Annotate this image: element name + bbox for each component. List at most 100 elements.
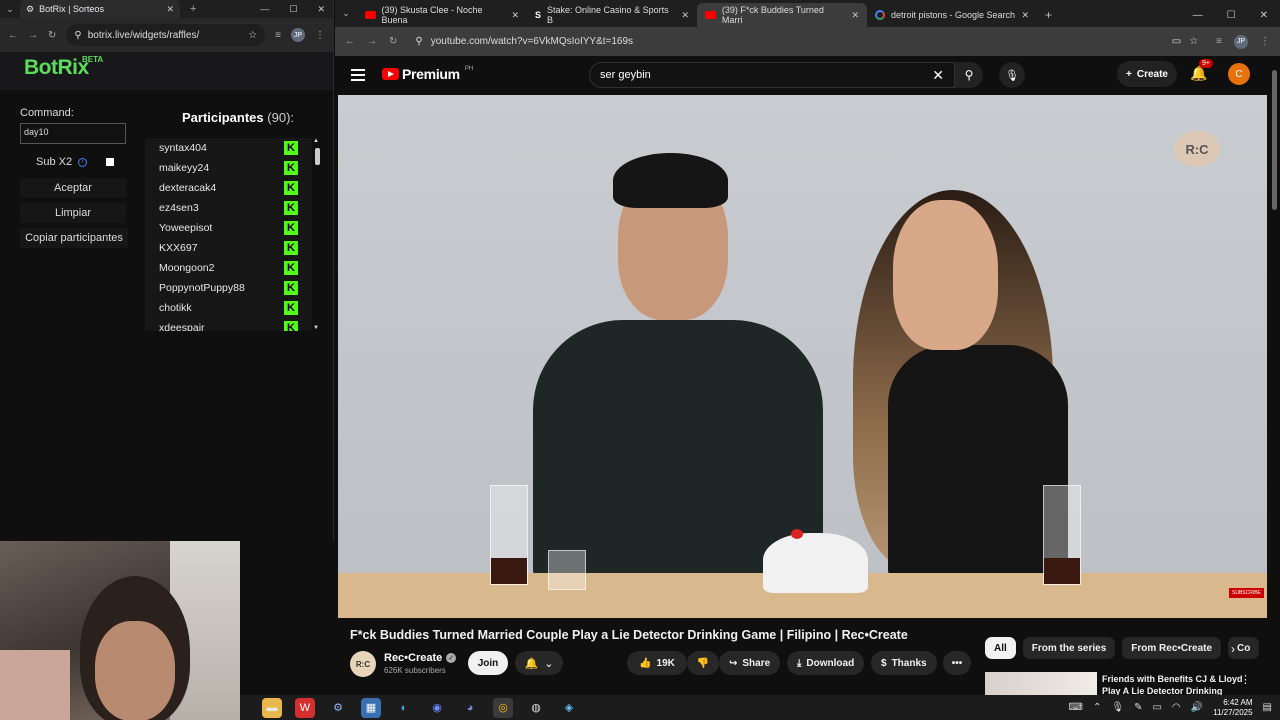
chrome-icon[interactable]: ◎ — [493, 697, 513, 718]
bookmark-star-icon[interactable]: ☆ — [1189, 36, 1198, 47]
account-avatar[interactable]: C — [1228, 63, 1250, 85]
chip-all[interactable]: All — [985, 637, 1016, 659]
participants-list[interactable]: syntax404 K maikeyy24 K dexteracak4 K ez4se… — [145, 138, 312, 331]
new-tab-button[interactable]: + — [1045, 3, 1052, 27]
clear-button[interactable]: Limpiar — [20, 203, 126, 223]
browser-icon[interactable]: ◉ — [427, 698, 447, 718]
clear-search-icon[interactable]: ✕ — [932, 67, 944, 84]
close-window-icon[interactable]: ✕ — [1260, 10, 1268, 21]
profile-avatar[interactable]: JP — [1234, 34, 1248, 49]
edge-icon[interactable]: ◐ — [394, 698, 414, 718]
download-button[interactable]: ⤓ Download — [787, 651, 865, 675]
copy-participants-button[interactable]: Copiar participantes — [20, 228, 128, 248]
reload-icon[interactable]: ↻ — [48, 30, 56, 41]
participants-scrollbar[interactable]: ▲ ▼ — [313, 138, 321, 331]
tab-skusta[interactable]: (39) Skusta Clee - Noche Buena ✕ — [357, 3, 527, 27]
thanks-button[interactable]: $ Thanks — [871, 651, 937, 675]
chip-from-channel[interactable]: From Rec•Create — [1122, 637, 1222, 659]
chevron-right-icon[interactable]: › — [1231, 642, 1235, 656]
chip-from-series[interactable]: From the series — [1022, 637, 1116, 659]
scroll-down-icon[interactable]: ▼ — [313, 325, 319, 331]
page-scrollbar[interactable] — [1270, 60, 1278, 695]
notification-center-icon[interactable]: ▤ — [1263, 702, 1272, 713]
file-explorer-icon[interactable]: ▬ — [262, 697, 282, 718]
create-button[interactable]: + Create — [1117, 61, 1177, 87]
tab-google[interactable]: detroit pistons - Google Search ✕ — [867, 3, 1037, 27]
like-button[interactable]: 👍 19K — [627, 651, 687, 675]
sub-x2-checkbox[interactable] — [106, 158, 114, 166]
maximize-icon[interactable]: ☐ — [1227, 10, 1236, 21]
more-actions-button[interactable]: ••• — [943, 651, 971, 675]
close-tab-icon[interactable]: ✕ — [511, 10, 519, 21]
tab-search-icon[interactable]: ⌄ — [335, 0, 357, 27]
video-player[interactable]: R:C SUBSCRIBE — [338, 95, 1267, 618]
minimize-icon[interactable]: — — [260, 4, 269, 15]
wps-office-icon[interactable]: W — [295, 697, 315, 718]
close-tab-icon[interactable]: ✕ — [851, 10, 859, 21]
participant-name: maikeyy24 — [159, 162, 210, 174]
youtube-premium-logo[interactable]: Premium PH — [382, 66, 473, 82]
forward-icon[interactable]: → — [367, 36, 377, 47]
tab-youtube-active[interactable]: (39) F*ck Buddies Turned Marri ✕ — [697, 3, 867, 27]
url-field[interactable]: ⚲ youtube.com/watch?v=6VkMQsIoIYY&t=169s… — [409, 31, 1204, 53]
pen-icon[interactable]: ✎ — [1134, 702, 1142, 713]
calculator-icon[interactable]: ▦ — [361, 697, 381, 718]
forward-icon[interactable]: → — [28, 30, 38, 41]
channel-watermark[interactable]: R:C — [1174, 131, 1220, 167]
menu-icon[interactable]: ⋮ — [1260, 36, 1270, 47]
microphone-icon[interactable]: 🎙 — [1111, 702, 1124, 713]
close-tab-icon[interactable]: ✕ — [681, 10, 689, 21]
back-icon[interactable]: ← — [8, 30, 18, 41]
subscribe-watermark[interactable]: SUBSCRIBE — [1229, 588, 1264, 598]
profile-avatar[interactable]: JP — [291, 28, 305, 42]
voice-search-button[interactable]: 🎙 — [999, 62, 1025, 88]
bookmark-star-icon[interactable]: ☆ — [248, 30, 257, 41]
dislike-button[interactable]: 👎 — [687, 651, 719, 675]
info-icon[interactable]: i — [78, 157, 88, 167]
site-info-icon[interactable]: ⚲ — [74, 30, 81, 41]
keyboard-icon[interactable]: ⌨ — [1069, 702, 1083, 713]
steam-icon[interactable]: ◈ — [559, 698, 579, 718]
recommended-more-icon[interactable]: ⋮ — [1240, 673, 1251, 686]
clock[interactable]: 6:42 AM 11/27/2025 — [1213, 698, 1252, 718]
tab-botrix[interactable]: ⚙ BotRix | Sorteos ✕ — [20, 0, 180, 18]
site-info-icon[interactable]: ⚲ — [415, 36, 422, 47]
wifi-icon[interactable]: ◠ — [1172, 702, 1181, 713]
url-field[interactable]: ⚲ botrix.live/widgets/raffles/ ☆ — [66, 24, 266, 46]
minimize-icon[interactable]: — — [1193, 10, 1203, 21]
install-app-icon[interactable]: ▭ — [1172, 36, 1181, 47]
settings-icon[interactable]: ⚙ — [328, 698, 348, 718]
share-button[interactable]: ↪ Share — [719, 651, 781, 675]
scroll-thumb[interactable] — [315, 148, 320, 165]
discord-icon[interactable]: ◕ — [460, 698, 480, 718]
battery-icon[interactable]: ▭ — [1152, 702, 1161, 713]
search-button[interactable]: ⚲ — [955, 62, 983, 88]
new-tab-button[interactable]: + — [190, 3, 196, 15]
hamburger-menu-icon[interactable] — [351, 69, 365, 84]
back-icon[interactable]: ← — [345, 36, 355, 47]
recommended-title[interactable]: Friends with Benefits CJ & Lloyd Play A … — [1102, 673, 1252, 697]
media-control-icon[interactable]: ≡ — [275, 30, 281, 41]
join-button[interactable]: Join — [468, 651, 508, 675]
media-control-icon[interactable]: ≡ — [1216, 36, 1222, 47]
recommended-thumbnail[interactable] — [985, 672, 1097, 695]
tab-stake[interactable]: S Stake: Online Casino & Sports B ✕ — [527, 3, 697, 27]
volume-icon[interactable]: 🔊 — [1191, 702, 1203, 713]
scroll-up-icon[interactable]: ▲ — [313, 138, 319, 144]
close-window-icon[interactable]: ✕ — [317, 4, 325, 15]
subscription-bell-button[interactable]: 🔔 ⌄ — [515, 651, 563, 675]
tab-search-icon[interactable]: ⌄ — [0, 4, 20, 15]
close-tab-icon[interactable]: ✕ — [1021, 10, 1029, 21]
obs-icon[interactable]: ◍ — [526, 698, 546, 718]
channel-avatar[interactable]: R:C — [350, 651, 376, 677]
reload-icon[interactable]: ↻ — [389, 36, 397, 47]
close-tab-icon[interactable]: ✕ — [166, 4, 174, 15]
channel-name-row[interactable]: Rec•Create ✓ — [384, 652, 457, 664]
search-input[interactable]: ser geybin ✕ — [589, 62, 955, 88]
scroll-thumb[interactable] — [1272, 70, 1277, 210]
menu-icon[interactable]: ⋮ — [315, 30, 325, 41]
maximize-icon[interactable]: ☐ — [289, 4, 297, 15]
chevron-up-icon[interactable]: ⌃ — [1093, 702, 1101, 713]
command-input[interactable]: day10 — [20, 123, 126, 144]
accept-button[interactable]: Aceptar — [20, 178, 126, 198]
